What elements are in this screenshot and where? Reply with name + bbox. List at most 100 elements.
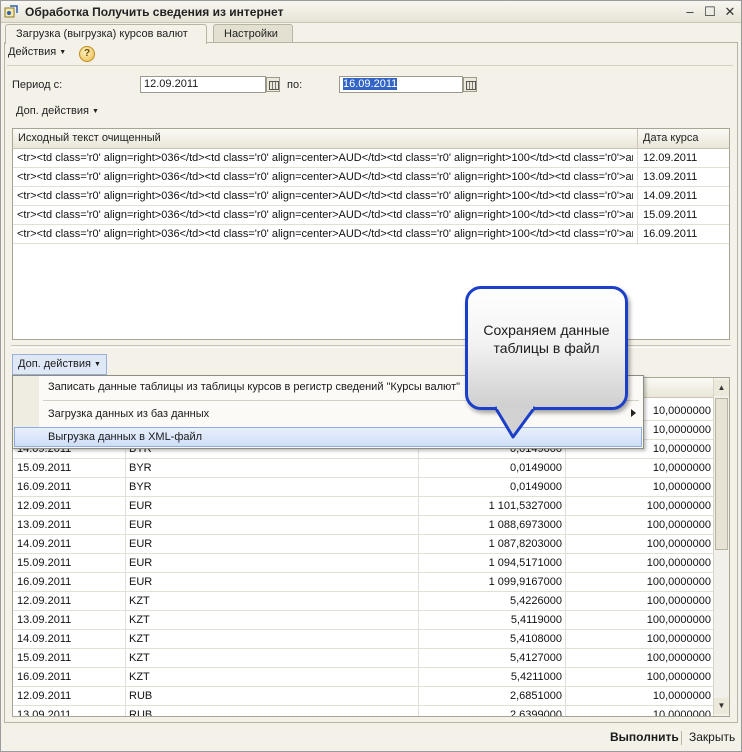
callout-text: Сохраняем данные таблицы в файл [483,322,610,356]
toolbar-divider [7,65,733,66]
close-icon[interactable]: ✕ [721,3,739,21]
currency-cell: BYR [129,481,152,493]
table-row[interactable]: 12.09.2011 EUR 1 101,5327000 100,0000000 [13,497,729,516]
table-row[interactable]: 13.09.2011 EUR 1 088,6973000 100,0000000 [13,516,729,535]
calendar-to-icon[interactable] [463,77,477,92]
date-cell: 12.09.2011 [17,595,72,607]
rates-scrollbar[interactable]: ▲ ▼ [713,378,729,716]
table-row[interactable]: 12.09.2011 KZT 5,4226000 100,0000000 [13,592,729,611]
period-from-input[interactable]: 12.09.2011 [140,76,266,93]
footer-divider [681,731,682,745]
table-row[interactable]: 15.09.2011 BYR 0,0149000 10,0000000 [13,459,729,478]
table-row[interactable]: <tr><td class='r0' align=right>036</td><… [13,168,729,187]
extra-actions-button[interactable]: Доп. действия ▼ [16,105,99,117]
multiplier-cell: 100,0000000 [646,519,711,531]
app-icon [4,5,18,18]
source-text-cell: <tr><td class='r0' align=right>036</td><… [17,152,633,164]
rate-cell: 1 101,5327000 [488,500,562,512]
date-cell: 12.09.2011 [17,690,72,702]
currency-cell: KZT [129,614,150,626]
table-row[interactable]: 16.09.2011 BYR 0,0149000 10,0000000 [13,478,729,497]
footer-bar: Выполнить Закрыть [1,725,741,751]
date-cell: 13.09.2011 [17,709,72,717]
extra-actions-2-button[interactable]: Доп. действия ▼ [12,354,107,375]
rate-cell: 5,4211000 [510,671,562,683]
table-row[interactable]: 16.09.2011 KZT 5,4211000 100,0000000 [13,668,729,687]
date-cell: 16.09.2011 [17,481,72,493]
title-bar[interactable]: Обработка Получить сведения из интернет … [1,1,741,23]
chevron-down-icon: ▼ [91,108,99,115]
table-row[interactable]: 15.09.2011 KZT 5,4127000 100,0000000 [13,649,729,668]
rate-date-cell: 16.09.2011 [643,228,698,240]
rate-date-cell: 15.09.2011 [643,209,698,221]
scroll-up-icon[interactable]: ▲ [714,380,729,396]
date-cell: 14.09.2011 [17,633,72,645]
rate-cell: 1 087,8203000 [488,538,562,550]
multiplier-cell: 100,0000000 [646,557,711,569]
multiplier-cell: 10,0000000 [652,462,711,474]
currency-cell: KZT [129,652,150,664]
maximize-icon[interactable]: ☐ [701,3,719,21]
table-row[interactable]: 15.09.2011 EUR 1 094,5171000 100,0000000 [13,554,729,573]
rate-cell: 0,0149000 [510,481,562,493]
table-row[interactable]: 12.09.2011 RUB 2,6851000 10,0000000 [13,687,729,706]
date-cell: 16.09.2011 [17,671,72,683]
table-row[interactable]: <tr><td class='r0' align=right>036</td><… [13,206,729,225]
submenu-arrow-icon [631,409,636,417]
table-header: Исходный текст очищенный Дата курса [13,129,729,149]
currency-cell: KZT [129,633,150,645]
actions-menu-button[interactable]: Действия ▼ [8,46,66,58]
table-row[interactable]: 13.09.2011 RUB 2,6399000 10,0000000 [13,706,729,717]
callout-tail-icon [493,405,537,439]
date-cell: 14.09.2011 [17,538,72,550]
close-button[interactable]: Закрыть [689,730,735,744]
source-text-cell: <tr><td class='r0' align=right>036</td><… [17,190,633,202]
execute-button[interactable]: Выполнить [610,730,679,744]
help-icon[interactable]: ? [79,46,95,62]
currency-cell: EUR [129,500,153,512]
table-row[interactable]: <tr><td class='r0' align=right>036</td><… [13,225,729,244]
source-text-cell: <tr><td class='r0' align=right>036</td><… [17,171,633,183]
menu-item-label: Выгрузка данных в XML-файл [48,431,203,443]
multiplier-cell: 100,0000000 [646,595,711,607]
multiplier-cell: 100,0000000 [646,633,711,645]
date-cell: 13.09.2011 [17,519,72,531]
menu-item-export-xml[interactable]: Выгрузка данных в XML-файл [14,427,642,447]
rate-cell: 1 099,9167000 [488,576,562,588]
multiplier-cell: 10,0000000 [652,690,711,702]
callout-balloon: Сохраняем данные таблицы в файл [465,286,628,410]
rate-date-cell: 12.09.2011 [643,152,698,164]
tab-settings[interactable]: Настройки [213,24,293,43]
table-row[interactable]: 14.09.2011 EUR 1 087,8203000 100,0000000 [13,535,729,554]
currency-cell: BYR [129,462,152,474]
scroll-thumb[interactable] [715,398,728,550]
column-header-rate-date[interactable]: Дата курса [643,132,698,144]
currency-cell: EUR [129,519,153,531]
table-row[interactable]: 14.09.2011 KZT 5,4108000 100,0000000 [13,630,729,649]
scroll-down-icon[interactable]: ▼ [714,698,729,714]
calendar-from-icon[interactable] [266,77,280,92]
rate-cell: 1 094,5171000 [488,557,562,569]
dialog-window: Обработка Получить сведения из интернет … [0,0,742,752]
multiplier-cell: 100,0000000 [646,614,711,626]
extra-actions-2-label: Доп. действия [18,358,91,370]
tab-label: Загрузка (выгрузка) курсов валют [16,28,188,40]
period-to-input[interactable]: 16.09.2011 [339,76,463,93]
rate-cell: 1 088,6973000 [488,519,562,531]
period-to-value: 16.09.2011 [343,78,398,90]
table-row[interactable]: 16.09.2011 EUR 1 099,9167000 100,0000000 [13,573,729,592]
column-divider [637,129,638,149]
table-row[interactable]: <tr><td class='r0' align=right>036</td><… [13,149,729,168]
rate-cell: 5,4108000 [510,633,562,645]
currency-cell: KZT [129,671,150,683]
minimize-icon[interactable]: – [681,3,699,21]
table-row[interactable]: 13.09.2011 KZT 5,4119000 100,0000000 [13,611,729,630]
chevron-down-icon: ▼ [59,49,67,56]
period-to-label: по: [287,79,303,91]
table-row[interactable]: <tr><td class='r0' align=right>036</td><… [13,187,729,206]
date-cell: 15.09.2011 [17,462,72,474]
currency-cell: EUR [129,576,153,588]
tab-label: Настройки [224,28,278,40]
column-header-source-text[interactable]: Исходный текст очищенный [18,132,161,144]
tab-load-rates[interactable]: Загрузка (выгрузка) курсов валют [5,24,207,44]
